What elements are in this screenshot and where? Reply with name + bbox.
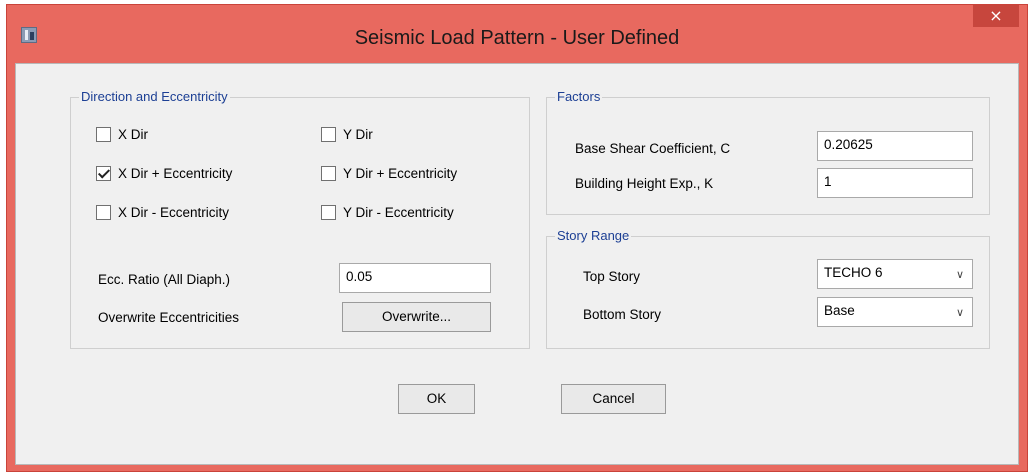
top-story-value: TECHO 6 <box>824 265 883 280</box>
base-shear-input[interactable]: 0.20625 <box>817 131 973 161</box>
y-dir-minus-ecc-checkbox-box[interactable] <box>321 205 336 220</box>
chevron-down-icon[interactable]: ∨ <box>956 268 964 281</box>
y-dir-plus-ecc-checkbox-box[interactable] <box>321 166 336 181</box>
checkbox-x-dir-minus-ecc[interactable]: X Dir - Eccentricity <box>96 205 229 220</box>
title-bar[interactable]: Seismic Load Pattern - User Defined × <box>7 5 1027 63</box>
ecc-ratio-input[interactable]: 0.05 <box>339 263 491 293</box>
window-title: Seismic Load Pattern - User Defined <box>354 27 680 49</box>
x-dir-minus-ecc-label: X Dir - Eccentricity <box>118 205 230 220</box>
direction-eccentricity-group: Direction and Eccentricity X Dir Y Dir X… <box>70 89 530 349</box>
bottom-story-label: Bottom Story <box>583 307 662 322</box>
x-dir-label: X Dir <box>118 127 148 142</box>
dialog-window: Seismic Load Pattern - User Defined × Di… <box>6 4 1028 472</box>
story-range-title: Story Range <box>555 228 632 243</box>
bottom-story-value: Base <box>824 303 855 318</box>
story-range-group: Story Range Top Story TECHO 6 ∨ Bottom S… <box>546 228 990 349</box>
height-exp-label: Building Height Exp., K <box>575 176 714 191</box>
y-dir-minus-ecc-label: Y Dir - Eccentricity <box>343 205 454 220</box>
chevron-down-icon[interactable]: ∨ <box>956 306 964 319</box>
base-shear-label: Base Shear Coefficient, C <box>575 141 731 156</box>
checkbox-x-dir[interactable]: X Dir <box>96 127 148 142</box>
dialog-body: Direction and Eccentricity X Dir Y Dir X… <box>15 63 1019 465</box>
checkbox-x-dir-plus-ecc[interactable]: X Dir + Eccentricity <box>96 166 232 181</box>
bottom-story-select[interactable]: Base ∨ <box>817 297 973 327</box>
checkbox-y-dir-minus-ecc[interactable]: Y Dir - Eccentricity <box>321 205 454 220</box>
y-dir-plus-ecc-label: Y Dir + Eccentricity <box>343 166 458 181</box>
direction-eccentricity-title: Direction and Eccentricity <box>79 89 230 104</box>
factors-group: Factors Base Shear Coefficient, C 0.2062… <box>546 89 990 215</box>
overwrite-button[interactable]: Overwrite... <box>342 302 491 332</box>
cancel-button[interactable]: Cancel <box>561 384 666 414</box>
checkbox-y-dir[interactable]: Y Dir <box>321 127 373 142</box>
y-dir-label: Y Dir <box>343 127 373 142</box>
height-exp-input[interactable]: 1 <box>817 168 973 198</box>
close-button[interactable]: × <box>973 5 1019 27</box>
y-dir-checkbox-box[interactable] <box>321 127 336 142</box>
x-dir-checkbox-box[interactable] <box>96 127 111 142</box>
ecc-ratio-label: Ecc. Ratio (All Diaph.) <box>98 272 231 287</box>
checkbox-y-dir-plus-ecc[interactable]: Y Dir + Eccentricity <box>321 166 457 181</box>
top-story-label: Top Story <box>583 269 641 284</box>
x-dir-plus-ecc-checkbox-box[interactable] <box>96 166 111 181</box>
overwrite-eccentricities-label: Overwrite Eccentricities <box>98 310 240 325</box>
factors-title: Factors <box>555 89 603 104</box>
x-dir-minus-ecc-checkbox-box[interactable] <box>96 205 111 220</box>
ok-button[interactable]: OK <box>398 384 475 414</box>
top-story-select[interactable]: TECHO 6 ∨ <box>817 259 973 289</box>
x-dir-plus-ecc-label: X Dir + Eccentricity <box>118 166 233 181</box>
